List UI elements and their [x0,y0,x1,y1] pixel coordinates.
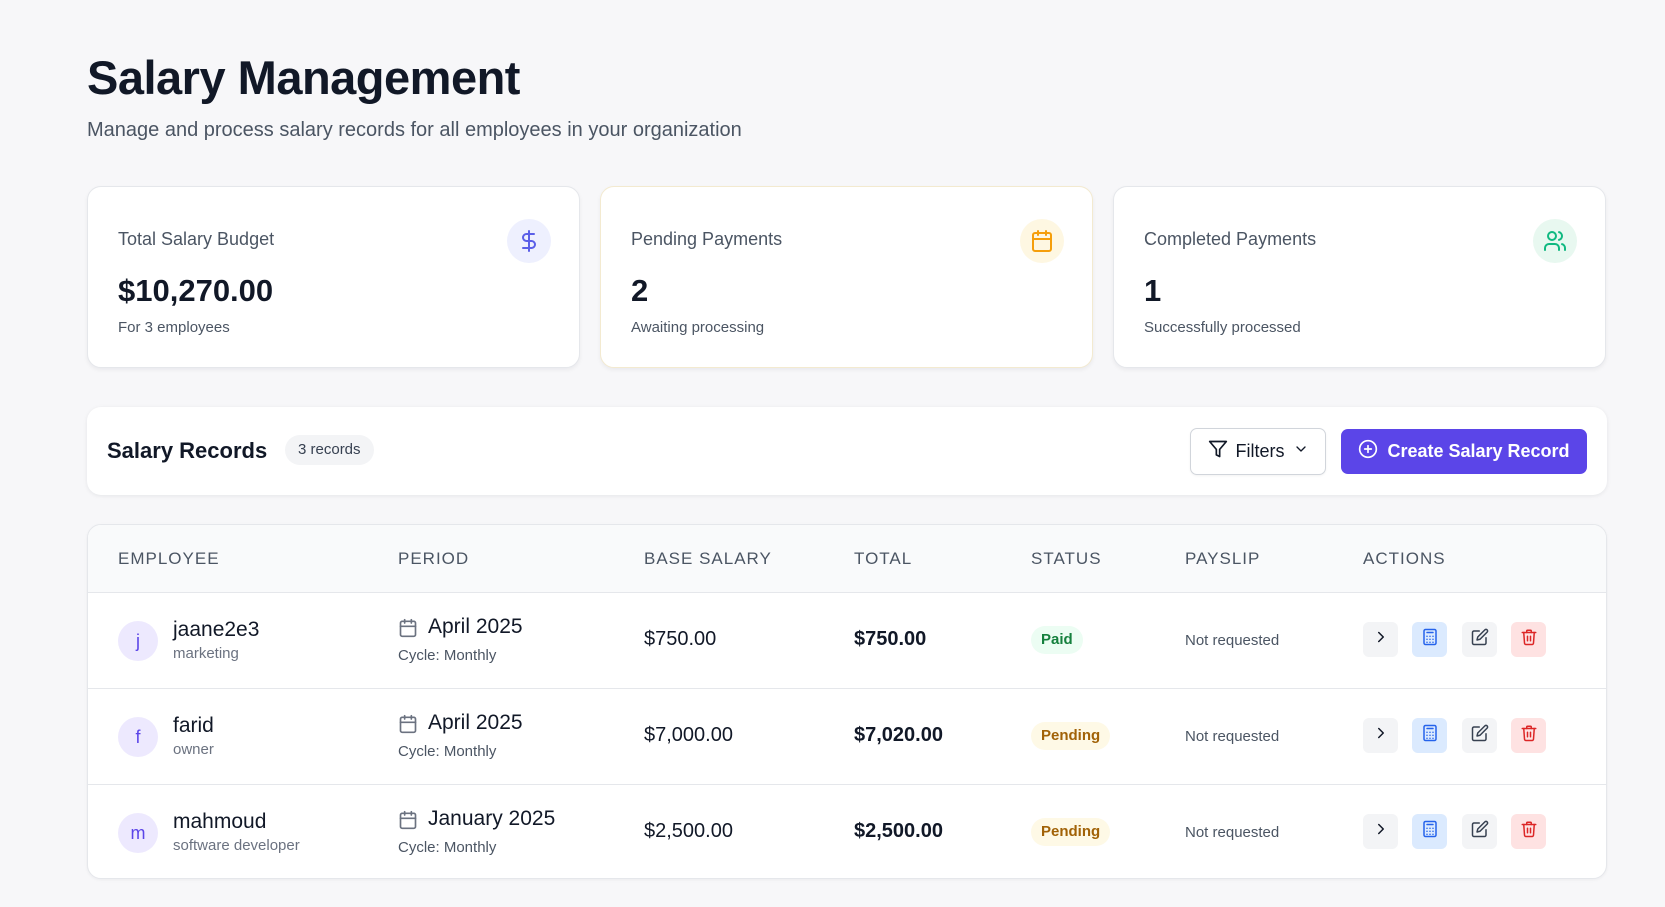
table-row: m mahmoud software developer January 202… [88,784,1606,878]
calendar-icon [1020,219,1064,263]
page-title: Salary Management [87,51,520,104]
salary-management-page: Salary Management Manage and process sal… [0,0,1665,907]
period-cycle: Cycle: Monthly [398,743,497,760]
calculate-button[interactable] [1412,718,1447,753]
edit-icon [1471,820,1489,843]
chevron-right-icon [1372,724,1390,747]
filters-label: Filters [1235,441,1285,461]
calculate-button[interactable] [1412,814,1447,849]
plus-circle-icon [1358,439,1378,464]
employee-role: owner [173,741,214,758]
employee-role: software developer [173,837,300,854]
calendar-icon [398,618,418,643]
trash-icon [1520,820,1538,843]
stat-value: 2 [631,273,649,308]
period-month: January 2025 [428,807,556,830]
stat-sub: Successfully processed [1144,319,1301,336]
stat-label: Completed Payments [1144,229,1317,249]
calculator-icon [1421,724,1439,747]
period-cycle: Cycle: Monthly [398,839,497,856]
stat-value: 1 [1144,273,1162,308]
delete-button[interactable] [1511,718,1546,753]
period-month: April 2025 [428,615,523,638]
stat-label: Total Salary Budget [118,229,275,249]
avatar: j [118,621,158,661]
view-details-button[interactable] [1363,814,1398,849]
employee-name: mahmoud [173,810,267,833]
column-header-base-salary: BASE SALARY [644,549,772,568]
edit-button[interactable] [1462,622,1497,657]
chevron-right-icon [1372,628,1390,651]
employee-role: marketing [173,645,239,662]
status-badge: Pending [1031,818,1111,846]
chevron-down-icon [1293,441,1309,462]
employee-name: farid [173,714,214,737]
avatar: m [118,813,158,853]
column-header-actions: ACTIONS [1363,549,1446,568]
edit-button[interactable] [1462,718,1497,753]
calculator-icon [1421,820,1439,843]
calculate-button[interactable] [1412,622,1447,657]
calculator-icon [1421,628,1439,651]
stat-sub: Awaiting processing [631,319,765,336]
payslip-status: Not requested [1185,632,1280,649]
delete-button[interactable] [1511,622,1546,657]
filters-button[interactable]: Filters [1190,428,1326,475]
base-salary: $750.00 [644,628,717,650]
total-salary: $2,500.00 [854,820,943,842]
base-salary: $7,000.00 [644,724,733,746]
dollar-icon [507,219,551,263]
payslip-status: Not requested [1185,824,1280,841]
stat-value: $10,270.00 [118,273,274,308]
create-label: Create Salary Record [1387,441,1570,461]
salary-records-toolbar: Salary Records 3 records Filters Create … [87,407,1607,495]
stat-card-total-budget: Total Salary Budget $10,270.00 For 3 emp… [87,186,580,368]
avatar: f [118,717,158,757]
stat-sub: For 3 employees [118,319,230,336]
table-row: j jaane2e3 marketing April 2025 Cycle: M… [88,592,1606,688]
filter-icon [1208,439,1228,464]
calendar-icon [398,810,418,835]
status-badge: Pending [1031,722,1111,750]
users-icon [1533,219,1577,263]
stat-label: Pending Payments [631,229,783,249]
column-header-status: STATUS [1031,549,1102,568]
chevron-right-icon [1372,820,1390,843]
salary-records-table: EMPLOYEE PERIOD BASE SALARY TOTAL STATUS… [87,524,1607,879]
payslip-status: Not requested [1185,728,1280,745]
period-cycle: Cycle: Monthly [398,647,497,664]
view-details-button[interactable] [1363,718,1398,753]
status-badge: Paid [1031,626,1083,654]
total-salary: $7,020.00 [854,724,943,746]
period-month: April 2025 [428,711,523,734]
column-header-employee: EMPLOYEE [118,549,220,568]
stat-card-completed-payments: Completed Payments 1 Successfully proces… [1113,186,1606,368]
calendar-icon [398,714,418,739]
column-header-payslip: PAYSLIP [1185,549,1261,568]
trash-icon [1520,724,1538,747]
base-salary: $2,500.00 [644,820,733,842]
delete-button[interactable] [1511,814,1546,849]
stat-card-pending-payments: Pending Payments 2 Awaiting processing [600,186,1093,368]
records-title: Salary Records [107,438,268,463]
column-header-period: PERIOD [398,549,470,568]
total-salary: $750.00 [854,628,927,650]
trash-icon [1520,628,1538,651]
create-salary-record-button[interactable]: Create Salary Record [1341,429,1587,474]
employee-name: jaane2e3 [173,618,260,641]
edit-icon [1471,724,1489,747]
table-row: f farid owner April 2025 Cycle: Monthly … [88,688,1606,784]
edit-icon [1471,628,1489,651]
column-header-total: TOTAL [854,549,913,568]
page-subtitle: Manage and process salary records for al… [87,119,742,141]
records-count-badge: 3 records [285,435,374,465]
table-header: EMPLOYEE PERIOD BASE SALARY TOTAL STATUS… [88,525,1606,592]
edit-button[interactable] [1462,814,1497,849]
view-details-button[interactable] [1363,622,1398,657]
